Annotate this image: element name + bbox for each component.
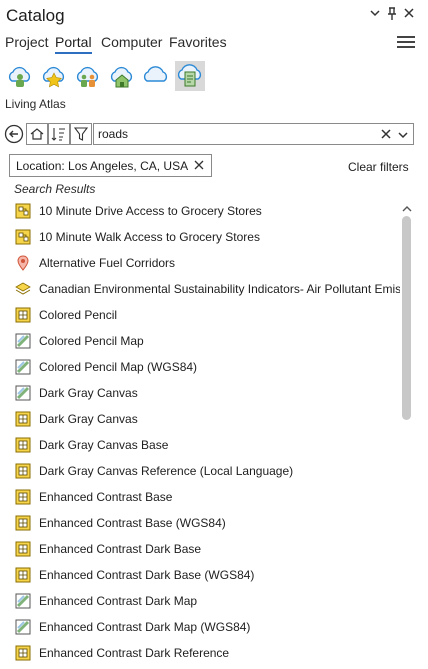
list-item[interactable]: Enhanced Contrast Base bbox=[0, 484, 400, 510]
search-input[interactable] bbox=[98, 126, 368, 142]
list-item-label: Enhanced Contrast Dark Map bbox=[39, 594, 198, 608]
basemap-icon bbox=[15, 411, 31, 427]
list-item-label: Colored Pencil Map bbox=[39, 334, 144, 348]
tab-computer[interactable]: Computer bbox=[101, 34, 162, 50]
list-item-label: Canadian Environmental Sustainability In… bbox=[39, 282, 400, 296]
basemap-icon bbox=[15, 437, 31, 453]
filter-icon[interactable] bbox=[70, 123, 92, 145]
living-atlas-icon[interactable] bbox=[175, 61, 205, 91]
search-field bbox=[93, 123, 414, 145]
location-filter-label: Location: Los Angeles, CA, USA bbox=[16, 159, 189, 173]
basemap-icon bbox=[15, 541, 31, 557]
web-map-icon bbox=[15, 229, 31, 245]
list-item[interactable]: 10 Minute Walk Access to Grocery Stores bbox=[0, 224, 400, 250]
remove-filter-icon[interactable] bbox=[192, 157, 206, 174]
list-item-label: Dark Gray Canvas bbox=[39, 386, 138, 400]
list-item[interactable]: Enhanced Contrast Dark Base (WGS84) bbox=[0, 562, 400, 588]
tab-favorites[interactable]: Favorites bbox=[169, 34, 227, 50]
active-tab-indicator bbox=[55, 52, 92, 54]
list-item-label: 10 Minute Walk Access to Grocery Stores bbox=[39, 230, 260, 244]
basemap-icon bbox=[15, 567, 31, 583]
list-item-label: Colored Pencil Map (WGS84) bbox=[39, 360, 198, 374]
basemap-icon bbox=[15, 645, 31, 661]
list-item-label: Dark Gray Canvas Base bbox=[39, 438, 169, 452]
tile-layer-icon bbox=[15, 385, 31, 401]
list-item-label: Enhanced Contrast Base (WGS84) bbox=[39, 516, 226, 530]
list-item[interactable]: Colored Pencil Map (WGS84) bbox=[0, 354, 400, 380]
groups-cloud-icon[interactable] bbox=[73, 61, 103, 91]
section-label: Living Atlas bbox=[5, 97, 66, 111]
list-item[interactable]: Enhanced Contrast Dark Map bbox=[0, 588, 400, 614]
tile-layer-icon bbox=[15, 593, 31, 609]
list-item-label: Enhanced Contrast Dark Base (WGS84) bbox=[39, 568, 255, 582]
back-icon[interactable] bbox=[3, 123, 25, 145]
list-item[interactable]: 10 Minute Drive Access to Grocery Stores bbox=[0, 198, 400, 224]
list-item-label: 10 Minute Drive Access to Grocery Stores bbox=[39, 204, 262, 218]
list-item[interactable]: Dark Gray Canvas bbox=[0, 380, 400, 406]
tab-project[interactable]: Project bbox=[5, 34, 49, 50]
list-item[interactable]: Alternative Fuel Corridors bbox=[0, 250, 400, 276]
chevron-down-icon[interactable] bbox=[367, 7, 383, 23]
menu-icon[interactable] bbox=[397, 36, 415, 50]
list-item-label: Colored Pencil bbox=[39, 308, 118, 322]
layer-stack-icon bbox=[15, 281, 31, 297]
list-item[interactable]: Dark Gray Canvas Base bbox=[0, 432, 400, 458]
sort-icon[interactable] bbox=[48, 123, 70, 145]
scroll-up-icon[interactable] bbox=[402, 200, 412, 212]
tile-layer-icon bbox=[15, 619, 31, 635]
tile-layer-icon bbox=[15, 333, 31, 349]
home-icon[interactable] bbox=[26, 123, 48, 145]
tab-portal[interactable]: Portal bbox=[55, 34, 92, 50]
list-item[interactable]: Dark Gray Canvas bbox=[0, 406, 400, 432]
list-item[interactable]: Enhanced Contrast Dark Map (WGS84) bbox=[0, 614, 400, 640]
organization-cloud-icon[interactable] bbox=[107, 61, 137, 91]
clear-search-icon[interactable] bbox=[379, 125, 393, 143]
list-item-label: Enhanced Contrast Dark Map (WGS84) bbox=[39, 620, 251, 634]
close-icon[interactable] bbox=[401, 7, 417, 23]
list-item[interactable]: Canadian Environmental Sustainability In… bbox=[0, 276, 400, 302]
tile-layer-icon bbox=[15, 359, 31, 375]
pin-icon[interactable] bbox=[384, 7, 400, 23]
list-item[interactable]: Enhanced Contrast Base (WGS84) bbox=[0, 510, 400, 536]
search-results-list: 10 Minute Drive Access to Grocery Stores… bbox=[0, 198, 400, 669]
list-item[interactable]: Enhanced Contrast Dark Reference bbox=[0, 640, 400, 666]
basemap-icon bbox=[15, 489, 31, 505]
feature-layer-icon bbox=[15, 255, 31, 271]
search-row bbox=[0, 122, 428, 148]
list-item-label: Enhanced Contrast Dark Base bbox=[39, 542, 202, 556]
basemap-icon bbox=[15, 515, 31, 531]
results-header: Search Results bbox=[14, 182, 96, 196]
list-item[interactable]: Dark Gray Canvas Reference (Local Langua… bbox=[0, 458, 400, 484]
favorites-cloud-icon[interactable] bbox=[39, 61, 69, 91]
my-content-cloud-icon[interactable] bbox=[5, 61, 35, 91]
list-item-label: Dark Gray Canvas Reference (Local Langua… bbox=[39, 464, 294, 478]
clear-filters-link[interactable]: Clear filters bbox=[348, 160, 409, 174]
arcgis-online-cloud-icon[interactable] bbox=[141, 61, 171, 91]
scrollbar-thumb[interactable] bbox=[402, 216, 411, 420]
list-item-label: Enhanced Contrast Dark Reference bbox=[39, 646, 230, 660]
basemap-icon bbox=[15, 463, 31, 479]
title-bar: Catalog bbox=[0, 0, 428, 32]
list-item[interactable]: Colored Pencil bbox=[0, 302, 400, 328]
basemap-icon bbox=[15, 307, 31, 323]
list-item-label: Alternative Fuel Corridors bbox=[39, 256, 176, 270]
web-map-icon bbox=[15, 203, 31, 219]
list-item[interactable]: Colored Pencil Map bbox=[0, 328, 400, 354]
list-item-label: Enhanced Contrast Base bbox=[39, 490, 173, 504]
list-item-label: Dark Gray Canvas bbox=[39, 412, 138, 426]
scrollbar[interactable] bbox=[400, 198, 414, 669]
pane-title: Catalog bbox=[6, 6, 65, 25]
portal-section-toolbar bbox=[0, 58, 428, 94]
chevron-down-icon[interactable] bbox=[397, 128, 411, 142]
list-item[interactable]: Enhanced Contrast Dark Base bbox=[0, 536, 400, 562]
location-filter-chip: Location: Los Angeles, CA, USA bbox=[9, 154, 212, 177]
